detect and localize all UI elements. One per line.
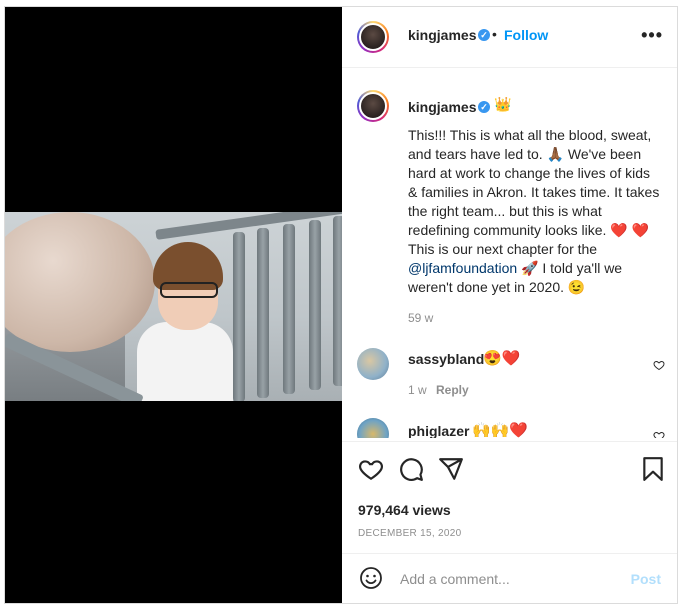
comment-input[interactable] bbox=[398, 568, 622, 590]
caption-text: This!!! This is what all the blood, swea… bbox=[408, 126, 663, 297]
baluster bbox=[257, 228, 269, 398]
comments-panel[interactable]: kingjames ✓ 👑 This!!! This is what all t… bbox=[342, 68, 677, 438]
post-frame: kingjames ✓ • Follow ••• kingjames ✓ 👑 T… bbox=[4, 6, 678, 604]
commenter-avatar[interactable] bbox=[357, 418, 389, 438]
post-header: kingjames ✓ • Follow ••• bbox=[342, 7, 677, 68]
baluster bbox=[283, 224, 295, 394]
rocket-emoji: 🚀 bbox=[521, 260, 539, 276]
follow-button[interactable]: Follow bbox=[504, 27, 548, 43]
reply-button[interactable]: Reply bbox=[436, 383, 469, 397]
comment-timestamp[interactable]: 1 w bbox=[408, 383, 427, 397]
commenter-avatar[interactable] bbox=[357, 348, 389, 380]
separator-dot: • bbox=[492, 26, 497, 42]
emoji-picker-icon[interactable] bbox=[359, 566, 383, 590]
caption-segment: This is our next chapter for the bbox=[408, 241, 598, 257]
baluster bbox=[333, 216, 342, 386]
like-heart-icon[interactable] bbox=[358, 456, 384, 482]
commenter-username[interactable]: sassybland bbox=[408, 351, 484, 367]
like-comment-icon[interactable] bbox=[653, 430, 665, 438]
verified-icon: ✓ bbox=[478, 29, 490, 41]
comment-bubble-icon[interactable] bbox=[398, 456, 424, 482]
crown-emoji: 👑 bbox=[494, 96, 512, 112]
view-count[interactable]: 979,464 views bbox=[358, 502, 451, 518]
comment-text: 🙌🙌❤️ bbox=[472, 422, 529, 438]
author-avatar[interactable] bbox=[357, 21, 389, 53]
share-direct-icon[interactable] bbox=[438, 456, 464, 482]
save-bookmark-icon[interactable] bbox=[640, 456, 666, 482]
mention-link[interactable]: @ljfamfoundation bbox=[408, 260, 517, 276]
like-comment-icon[interactable] bbox=[653, 359, 665, 371]
caption-author-avatar[interactable] bbox=[357, 90, 389, 122]
commenter-username[interactable]: phiglazer bbox=[408, 423, 469, 438]
post-date: DECEMBER 15, 2020 bbox=[358, 528, 462, 539]
caption-timestamp[interactable]: 59 w bbox=[408, 311, 433, 325]
caption-username[interactable]: kingjames bbox=[408, 99, 476, 115]
author-username[interactable]: kingjames bbox=[408, 27, 476, 43]
baluster bbox=[233, 232, 245, 401]
post-comment-button[interactable]: Post bbox=[631, 571, 661, 587]
heart-emoji: ❤️ ❤️ bbox=[610, 222, 650, 238]
add-comment-bar: Post bbox=[342, 553, 677, 603]
comment-text: 😍❤️ bbox=[483, 350, 521, 367]
man-head bbox=[5, 212, 155, 352]
wink-emoji: 😉 bbox=[567, 279, 586, 295]
boy-glasses bbox=[160, 282, 218, 298]
video-player[interactable] bbox=[5, 212, 342, 401]
post-media[interactable] bbox=[5, 7, 342, 603]
verified-icon: ✓ bbox=[478, 101, 490, 113]
pray-emoji: 🙏🏾 bbox=[546, 146, 564, 162]
more-options-icon[interactable]: ••• bbox=[641, 25, 663, 46]
baluster bbox=[309, 220, 321, 390]
boy-shirt bbox=[137, 322, 233, 401]
